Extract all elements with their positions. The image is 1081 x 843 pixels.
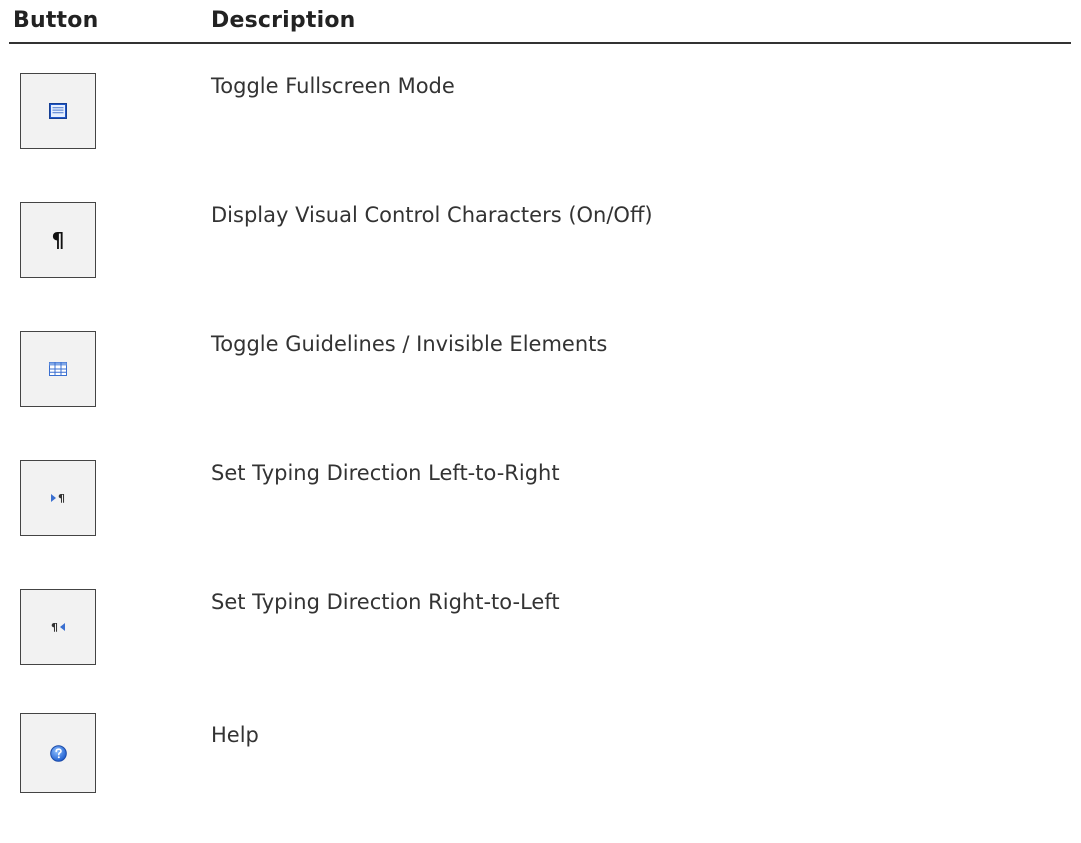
pilcrow-icon: ¶ (51, 228, 65, 252)
row-description: Display Visual Control Characters (On/Of… (211, 203, 653, 227)
guidelines-button[interactable] (20, 331, 96, 407)
table-row: Help (0, 713, 1081, 843)
fullscreen-button[interactable] (20, 73, 96, 149)
row-description: Toggle Guidelines / Invisible Elements (211, 332, 608, 356)
header-divider (9, 42, 1071, 44)
help-button[interactable] (20, 713, 96, 793)
fullscreen-icon (49, 103, 67, 119)
column-header-description: Description (211, 8, 356, 33)
table-row: ¶ Set Typing Direction Right-to-Left (0, 589, 1081, 719)
row-description: Help (211, 723, 259, 747)
row-description: Toggle Fullscreen Mode (211, 74, 455, 98)
rtl-direction-button[interactable]: ¶ (20, 589, 96, 665)
table-row: Toggle Guidelines / Invisible Elements (0, 331, 1081, 461)
visual-characters-button[interactable]: ¶ (20, 202, 96, 278)
button-reference-table: Button Description Toggle Fullscreen Mod… (0, 0, 1081, 793)
row-description: Set Typing Direction Right-to-Left (211, 590, 560, 614)
help-icon (49, 744, 67, 762)
rtl-direction-icon: ¶ (51, 622, 65, 633)
table-row: ¶ Set Typing Direction Left-to-Right (0, 460, 1081, 590)
ltr-direction-button[interactable]: ¶ (20, 460, 96, 536)
table-row: ¶ Display Visual Control Characters (On/… (0, 202, 1081, 332)
ltr-direction-icon: ¶ (51, 493, 65, 504)
table-grid-icon (49, 362, 67, 376)
table-row: Toggle Fullscreen Mode (0, 73, 1081, 203)
row-description: Set Typing Direction Left-to-Right (211, 461, 560, 485)
column-header-button: Button (13, 8, 99, 33)
